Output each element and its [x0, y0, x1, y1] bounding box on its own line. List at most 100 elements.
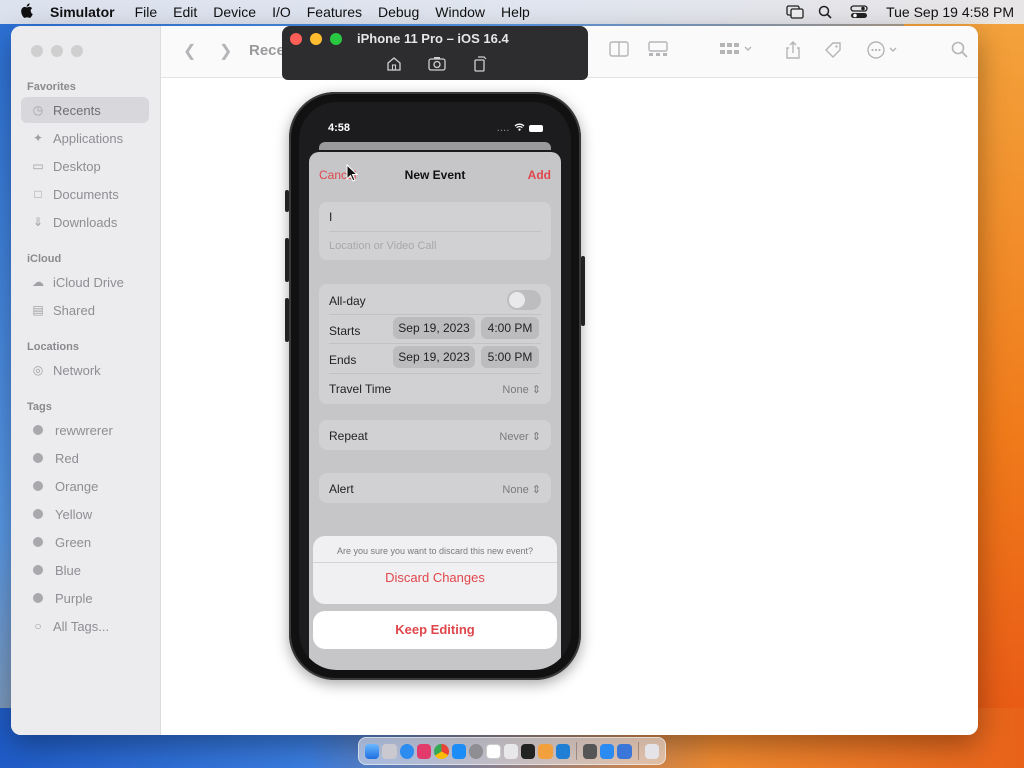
volume-up-button[interactable] [285, 238, 289, 282]
menu-help[interactable]: Help [501, 4, 530, 20]
repeat-value[interactable]: Never ⇕ [499, 430, 541, 443]
simulator-app-icon[interactable] [582, 743, 598, 759]
tag-icon[interactable] [824, 41, 842, 64]
all-day-label: All-day [329, 294, 366, 308]
sidebar-tag-green[interactable]: Green [21, 529, 149, 555]
close-button[interactable] [31, 45, 43, 57]
sidebar-tag-rewwrerer[interactable]: rewwrerer [21, 417, 149, 443]
window-title: Rece [249, 42, 285, 59]
sidebar-tag-red[interactable]: Red [21, 445, 149, 471]
sidebar-item-label: Network [53, 362, 101, 378]
system-settings-app-icon[interactable] [468, 743, 484, 759]
column-view-icon[interactable] [609, 41, 629, 62]
textedit-app-icon[interactable] [503, 743, 518, 759]
swift-app-icon[interactable] [538, 743, 553, 759]
ends-label: Ends [329, 353, 357, 367]
control-center-icon[interactable] [850, 5, 868, 19]
chevron-updown-icon: ⇕ [531, 484, 541, 496]
group-by-icon[interactable] [719, 41, 753, 62]
calendar-app-icon[interactable] [486, 743, 501, 759]
sidebar-item-label: All Tags... [53, 618, 110, 634]
title-field[interactable]: I [329, 210, 332, 224]
location-field[interactable]: Location or Video Call [329, 240, 436, 252]
all-day-toggle[interactable] [507, 290, 541, 310]
close-button[interactable] [290, 33, 302, 45]
chrome-app-icon[interactable] [434, 743, 449, 759]
xcode-app-icon[interactable] [600, 743, 615, 759]
starts-time-button[interactable]: 4:00 PM [481, 317, 539, 339]
repeat-label: Repeat [329, 429, 368, 443]
travel-time-value[interactable]: None ⇕ [502, 383, 541, 396]
add-button[interactable]: Add [528, 168, 551, 182]
app-name-menu[interactable]: Simulator [50, 4, 115, 20]
alert-group[interactable]: Alert None ⇕ [319, 473, 551, 503]
alert-value[interactable]: None ⇕ [502, 483, 541, 496]
favorites-heading: Favorites [27, 81, 76, 93]
repeat-group[interactable]: Repeat Never ⇕ [319, 420, 551, 450]
sidebar-item-documents[interactable]: □ Documents [21, 181, 149, 207]
sidebar-item-shared[interactable]: ▤ Shared [21, 297, 149, 323]
menu-io[interactable]: I/O [272, 4, 291, 20]
terminal-app-icon[interactable] [520, 743, 536, 759]
sidebar-item-network[interactable]: ◎ Network [21, 357, 149, 383]
share-icon[interactable] [785, 41, 801, 64]
sidebar-item-label: Applications [53, 130, 124, 146]
app-store-app-icon[interactable] [451, 743, 466, 759]
side-button[interactable] [581, 256, 585, 326]
launchpad-app-icon[interactable] [382, 743, 397, 759]
search-icon[interactable] [951, 41, 969, 64]
zoom-button[interactable] [330, 33, 342, 45]
mute-switch[interactable] [285, 190, 289, 212]
forward-arrow-icon[interactable]: ❯ [219, 41, 232, 61]
ends-date-button[interactable]: Sep 19, 2023 [393, 346, 475, 368]
back-arrow-icon[interactable]: ❮ [183, 41, 196, 61]
menu-debug[interactable]: Debug [378, 4, 419, 20]
sidebar-item-icloud-drive[interactable]: ☁ iCloud Drive [21, 269, 149, 295]
starts-date-button[interactable]: Sep 19, 2023 [393, 317, 475, 339]
apple-menu-icon[interactable] [10, 2, 42, 22]
document-icon: □ [34, 187, 42, 201]
zoom-button[interactable] [71, 45, 83, 57]
sidebar-item-desktop[interactable]: ▭ Desktop [21, 153, 149, 179]
minimize-button[interactable] [51, 45, 63, 57]
gallery-view-icon[interactable] [647, 41, 669, 62]
simulator-tools [386, 56, 488, 75]
menu-clock[interactable]: Tue Sep 19 4:58 PM [886, 4, 1014, 20]
sidebar-tag-blue[interactable]: Blue [21, 557, 149, 583]
discard-changes-button[interactable]: Discard Changes [313, 570, 557, 585]
home-icon[interactable] [386, 56, 402, 75]
sidebar-tag-orange[interactable]: Orange [21, 473, 149, 499]
menu-edit[interactable]: Edit [173, 4, 197, 20]
photos-app-icon[interactable] [416, 743, 432, 759]
menu-device[interactable]: Device [213, 4, 256, 20]
volume-down-button[interactable] [285, 298, 289, 342]
sidebar-item-recents[interactable]: ◷ Recents [21, 97, 149, 123]
ends-time-button[interactable]: 5:00 PM [481, 346, 539, 368]
keep-editing-button[interactable]: Keep Editing [313, 611, 557, 649]
screenshot-icon[interactable] [428, 56, 446, 75]
screen-mirroring-icon[interactable] [786, 5, 804, 19]
cloud-icon: ☁ [32, 275, 44, 289]
minimize-button[interactable] [310, 33, 322, 45]
safari-app-icon[interactable] [399, 743, 414, 759]
desktop-icon: ▭ [32, 159, 44, 173]
more-actions-icon[interactable] [867, 41, 901, 64]
search-icon[interactable] [818, 5, 836, 19]
sidebar-item-downloads[interactable]: ⇓ Downloads [21, 209, 149, 235]
menu-window[interactable]: Window [435, 4, 485, 20]
sidebar-tag-purple[interactable]: Purple [21, 585, 149, 611]
preview-app-icon[interactable] [617, 743, 632, 759]
clock-icon: ◷ [32, 103, 44, 117]
sidebar-item-applications[interactable]: ✦ Applications [21, 125, 149, 151]
menu-file[interactable]: File [135, 4, 158, 20]
trash-app-icon[interactable] [644, 743, 659, 759]
sidebar-tag-yellow[interactable]: Yellow [21, 501, 149, 527]
vscode-app-icon[interactable] [555, 743, 570, 759]
rotate-icon[interactable] [472, 56, 488, 75]
finder-app-icon[interactable] [365, 743, 380, 759]
divider [329, 314, 541, 315]
sidebar-all-tags[interactable]: ○ All Tags... [21, 613, 149, 639]
tag-dot-icon [33, 481, 43, 491]
menu-features[interactable]: Features [307, 4, 362, 20]
sidebar-item-label: Purple [55, 590, 93, 606]
